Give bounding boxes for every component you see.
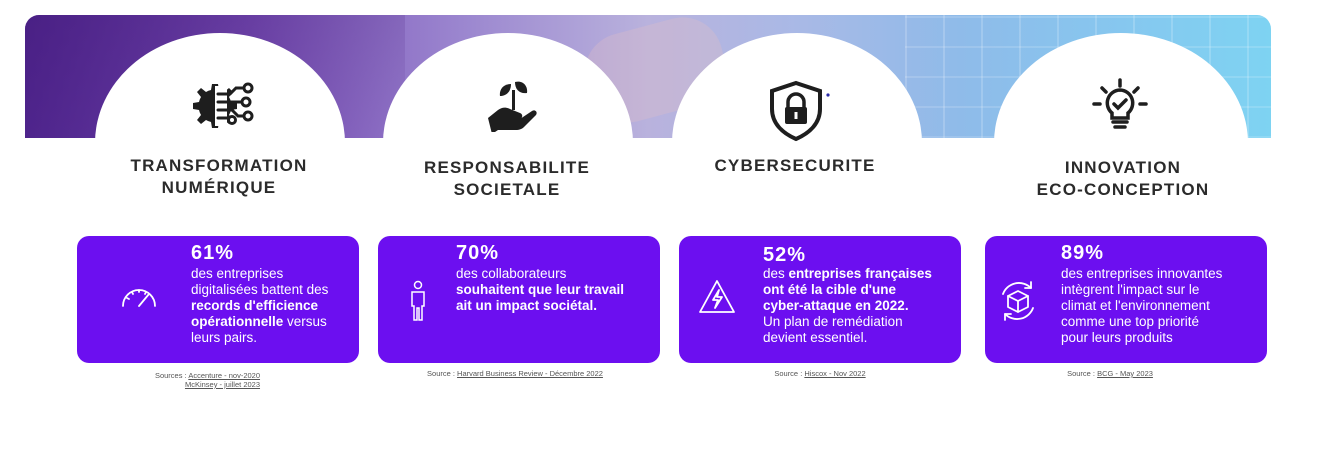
source-label: Source : — [774, 369, 805, 378]
text-bold: cyber-attaque en 2022. — [763, 298, 909, 313]
stat-percent: 70% — [456, 242, 500, 264]
stat-percent: 61% — [191, 242, 235, 264]
source-label: Source : — [427, 369, 458, 378]
title-line: INNOVATION — [1064, 158, 1182, 177]
source-label: Source : — [1067, 369, 1098, 378]
stat-text: des entreprises digitalisées battent des… — [191, 266, 356, 346]
source-link[interactable]: McKinsey - juillet 2023 — [185, 380, 260, 389]
stat-percent: 52% — [763, 244, 807, 266]
text-line: climat et l'environnement — [1061, 298, 1210, 313]
hand-plant-icon — [484, 78, 544, 132]
stat-card-innovation: 89% des entreprises innovantes intègrent… — [985, 236, 1267, 363]
title-innovation: INNOVATION ECO-CONCEPTION — [973, 157, 1273, 201]
text-line: des entreprises innovantes — [1061, 266, 1223, 281]
source-link[interactable]: Accenture - nov-2020 — [188, 371, 260, 380]
person-icon — [408, 280, 428, 327]
source-cybersecurite: Source : Hiscox - Nov 2022 — [740, 369, 900, 378]
text-line: des collaborateurs — [456, 266, 567, 281]
text-bold: records d'efficience — [191, 298, 319, 313]
warning-lightning-icon — [697, 278, 737, 321]
speedometer-icon — [119, 282, 159, 315]
text-bold: souhaitent que leur travail — [456, 282, 625, 297]
text-line: intègrent l'impact sur le — [1061, 282, 1200, 297]
text-bold: opérationnelle — [191, 314, 284, 329]
text-bold: entreprises françaises — [788, 266, 932, 281]
text-line: digitalisées battent des — [191, 282, 329, 297]
title-line: RESPONSABILITE — [423, 158, 591, 177]
text-line: Un plan de remédiation — [763, 314, 903, 329]
title-line: ECO-CONCEPTION — [1036, 180, 1210, 199]
stat-text: des entreprises françaises ont été la ci… — [763, 266, 958, 346]
text-line: des — [763, 266, 789, 281]
source-link[interactable]: Hiscox - Nov 2022 — [804, 369, 865, 378]
text-line: comme une top priorité — [1061, 314, 1200, 329]
stat-card-responsabilite: 70% des collaborateurs souhaitent que le… — [378, 236, 660, 363]
text-line: versus — [283, 314, 327, 329]
source-link[interactable]: Harvard Business Review - Décembre 2022 — [457, 369, 603, 378]
stat-percent: 89% — [1061, 242, 1105, 264]
text-bold: ont été la cible d'une — [763, 282, 896, 297]
title-line: CYBERSECURITE — [714, 156, 876, 175]
title-transformation: TRANSFORMATION NUMÉRIQUE — [69, 155, 369, 199]
text-line: pour leurs produits — [1061, 330, 1173, 345]
title-line: TRANSFORMATION — [130, 156, 308, 175]
source-innovation: Source : BCG - May 2023 — [1040, 369, 1180, 378]
source-responsabilite: Source : Harvard Business Review - Décem… — [395, 369, 635, 378]
title-responsabilite: RESPONSABILITE SOCIETALE — [357, 157, 657, 201]
source-transformation: Sources : Accenture - nov-2020 McKinsey … — [130, 371, 285, 389]
stat-text: des entreprises innovantes intègrent l'i… — [1061, 266, 1261, 346]
title-line: SOCIETALE — [453, 180, 561, 199]
text-line: des entreprises — [191, 266, 284, 281]
shield-lock-icon — [768, 80, 832, 142]
title-cybersecurite: CYBERSECURITE — [645, 155, 945, 177]
source-label: Sources : — [154, 371, 189, 380]
text-line: leurs pairs. — [191, 330, 258, 345]
source-link[interactable]: BCG - May 2023 — [1097, 369, 1153, 378]
text-line: devient essentiel. — [763, 330, 868, 345]
text-bold: ait un impact sociétal. — [456, 298, 598, 313]
recycle-box-icon — [995, 278, 1041, 329]
title-line: NUMÉRIQUE — [161, 178, 277, 197]
stat-text: des collaborateurs souhaitent que leur t… — [456, 266, 656, 314]
gear-circuit-icon — [186, 80, 260, 132]
stat-card-cybersecurite: 52% des entreprises françaises ont été l… — [679, 236, 961, 363]
stat-card-transformation: 61% des entreprises digitalisées battent… — [77, 236, 359, 363]
lightbulb-check-icon — [1092, 78, 1148, 136]
